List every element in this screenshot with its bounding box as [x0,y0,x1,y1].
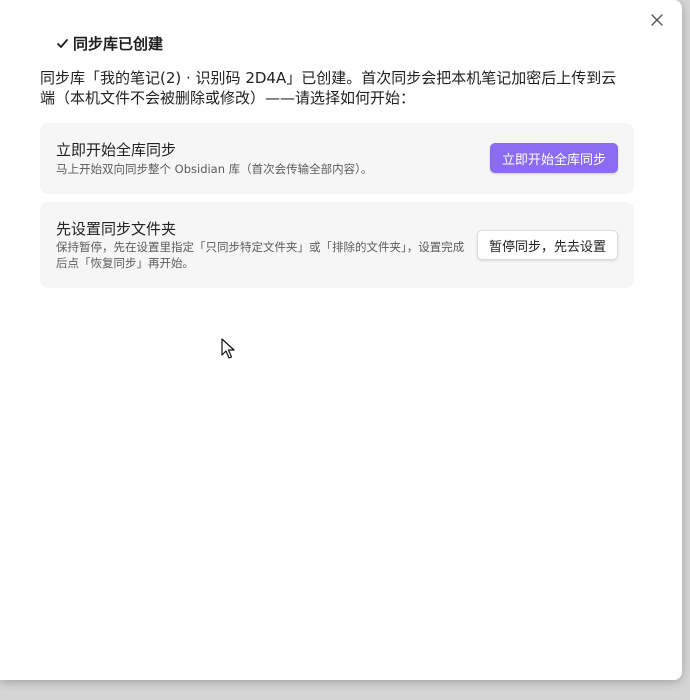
sync-created-modal: 同步库已创建 同步库「我的笔记(2) · 识别码 2D4A」已创建。首次同步会把… [0,0,682,680]
option-description: 马上开始双向同步整个 Obsidian 库（首次会传输全部内容）。 [56,162,373,176]
modal-description: 同步库「我的笔记(2) · 识别码 2D4A」已创建。首次同步会把本机笔记加密后… [40,69,617,107]
option-card-setup-folders: 先设置同步文件夹 保持暂停，先在设置里指定「只同步特定文件夹」或「排除的文件夹」… [40,202,634,288]
option-description: 保持暂停，先在设置里指定「只同步特定文件夹」或「排除的文件夹」，设置完成后点「恢… [56,240,465,270]
close-icon [651,14,663,26]
close-button[interactable] [647,10,667,30]
pause-and-setup-button[interactable]: 暂停同步，先去设置 [477,230,618,260]
check-icon [57,39,68,48]
modal-title: 同步库已创建 [56,33,163,54]
start-full-sync-button[interactable]: 立即开始全库同步 [490,143,618,173]
modal-title-text: 同步库已创建 [73,35,164,53]
option-title: 立即开始全库同步 [56,141,177,159]
option-card-full-sync: 立即开始全库同步 马上开始双向同步整个 Obsidian 库（首次会传输全部内容… [40,123,634,194]
mouse-cursor-icon [221,338,235,359]
option-title: 先设置同步文件夹 [56,220,177,238]
